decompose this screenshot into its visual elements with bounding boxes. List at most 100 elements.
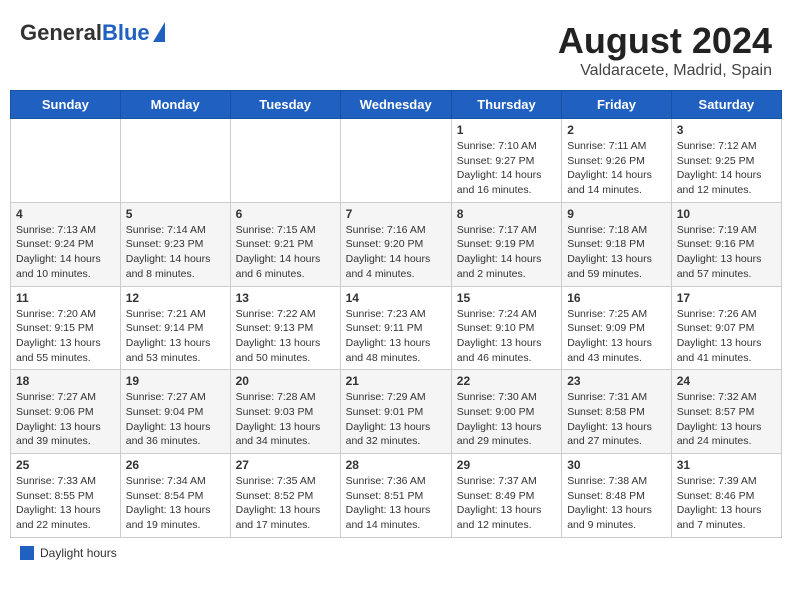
calendar-day-cell	[340, 119, 451, 203]
calendar-day-cell: 2Sunrise: 7:11 AM Sunset: 9:26 PM Daylig…	[562, 119, 672, 203]
day-info-text: Sunrise: 7:28 AM Sunset: 9:03 PM Dayligh…	[236, 390, 335, 449]
day-info-text: Sunrise: 7:39 AM Sunset: 8:46 PM Dayligh…	[677, 474, 776, 533]
day-number: 14	[346, 291, 446, 305]
calendar-day-cell: 12 Sunrise: 7:21 AM Sunset: 9:14 PM Dayli…	[120, 286, 230, 370]
day-number: 4	[16, 207, 115, 221]
day-info-text: Sunrise: 7:16 AM Sunset: 9:20 PM Dayligh…	[346, 223, 446, 282]
calendar-day-cell: 4Sunrise: 7:13 AM Sunset: 9:24 PM Daylig…	[11, 202, 121, 286]
day-info-text: Sunrise: 7:27 AM Sunset: 9:06 PM Dayligh…	[16, 390, 115, 449]
day-info-text: Sunrise: 7:11 AM Sunset: 9:26 PM Dayligh…	[567, 139, 666, 198]
calendar-week-row: 11 Sunrise: 7:20 AM Sunset: 9:15 PM Dayli…	[11, 286, 782, 370]
calendar-day-cell: 23 Sunrise: 7:31 AM Sunset: 8:58 PM Dayli…	[562, 370, 672, 454]
day-info-text: Sunrise: 7:36 AM Sunset: 8:51 PM Dayligh…	[346, 474, 446, 533]
day-number: 12	[126, 291, 225, 305]
footer: Daylight hours	[10, 546, 782, 560]
calendar-day-cell: 7 Sunrise: 7:16 AM Sunset: 9:20 PM Daylig…	[340, 202, 451, 286]
calendar-weekday-header: Tuesday	[230, 91, 340, 119]
logo-general-text: General	[20, 20, 102, 46]
day-info-text: Sunrise: 7:18 AM Sunset: 9:18 PM Dayligh…	[567, 223, 666, 282]
day-number: 31	[677, 458, 776, 472]
day-info-text: Sunrise: 7:12 AM Sunset: 9:25 PM Dayligh…	[677, 139, 776, 198]
calendar-day-cell: 28Sunrise: 7:36 AM Sunset: 8:51 PM Dayli…	[340, 454, 451, 538]
logo: General Blue	[20, 20, 165, 46]
day-number: 27	[236, 458, 335, 472]
day-number: 29	[457, 458, 556, 472]
day-info-text: Sunrise: 7:37 AM Sunset: 8:49 PM Dayligh…	[457, 474, 556, 533]
calendar-day-cell: 20 Sunrise: 7:28 AM Sunset: 9:03 PM Dayli…	[230, 370, 340, 454]
calendar-day-cell: 27 Sunrise: 7:35 AM Sunset: 8:52 PM Dayli…	[230, 454, 340, 538]
calendar-day-cell: 16Sunrise: 7:25 AM Sunset: 9:09 PM Dayli…	[562, 286, 672, 370]
calendar-weekday-header: Wednesday	[340, 91, 451, 119]
day-info-text: Sunrise: 7:22 AM Sunset: 9:13 PM Dayligh…	[236, 307, 335, 366]
day-number: 20	[236, 374, 335, 388]
calendar-day-cell: 24Sunrise: 7:32 AM Sunset: 8:57 PM Dayli…	[671, 370, 781, 454]
calendar-week-row: 1Sunrise: 7:10 AM Sunset: 9:27 PM Daylig…	[11, 119, 782, 203]
day-number: 13	[236, 291, 335, 305]
day-number: 9	[567, 207, 666, 221]
calendar-day-cell: 21Sunrise: 7:29 AM Sunset: 9:01 PM Dayli…	[340, 370, 451, 454]
day-info-text: Sunrise: 7:15 AM Sunset: 9:21 PM Dayligh…	[236, 223, 335, 282]
calendar-day-cell: 26 Sunrise: 7:34 AM Sunset: 8:54 PM Dayli…	[120, 454, 230, 538]
day-number: 19	[126, 374, 225, 388]
day-info-text: Sunrise: 7:21 AM Sunset: 9:14 PM Dayligh…	[126, 307, 225, 366]
day-number: 22	[457, 374, 556, 388]
day-info-text: Sunrise: 7:31 AM Sunset: 8:58 PM Dayligh…	[567, 390, 666, 449]
calendar-week-row: 18 Sunrise: 7:27 AM Sunset: 9:06 PM Dayli…	[11, 370, 782, 454]
calendar-day-cell: 1Sunrise: 7:10 AM Sunset: 9:27 PM Daylig…	[451, 119, 561, 203]
location-subtitle: Valdaracete, Madrid, Spain	[558, 62, 772, 80]
day-number: 30	[567, 458, 666, 472]
calendar-header-row: SundayMondayTuesdayWednesdayThursdayFrid…	[11, 91, 782, 119]
calendar-weekday-header: Saturday	[671, 91, 781, 119]
calendar-weekday-header: Friday	[562, 91, 672, 119]
calendar-day-cell: 25 Sunrise: 7:33 AM Sunset: 8:55 PM Dayli…	[11, 454, 121, 538]
day-number: 8	[457, 207, 556, 221]
calendar-weekday-header: Thursday	[451, 91, 561, 119]
calendar-day-cell	[120, 119, 230, 203]
legend-label: Daylight hours	[40, 546, 117, 560]
day-number: 26	[126, 458, 225, 472]
day-number: 6	[236, 207, 335, 221]
day-number: 7	[346, 207, 446, 221]
day-info-text: Sunrise: 7:20 AM Sunset: 9:15 PM Dayligh…	[16, 307, 115, 366]
calendar-day-cell: 10Sunrise: 7:19 AM Sunset: 9:16 PM Dayli…	[671, 202, 781, 286]
calendar-day-cell: 22 Sunrise: 7:30 AM Sunset: 9:00 PM Dayli…	[451, 370, 561, 454]
calendar-day-cell: 11 Sunrise: 7:20 AM Sunset: 9:15 PM Dayli…	[11, 286, 121, 370]
calendar-day-cell: 3 Sunrise: 7:12 AM Sunset: 9:25 PM Daylig…	[671, 119, 781, 203]
day-number: 11	[16, 291, 115, 305]
calendar-day-cell: 17Sunrise: 7:26 AM Sunset: 9:07 PM Dayli…	[671, 286, 781, 370]
day-number: 24	[677, 374, 776, 388]
day-info-text: Sunrise: 7:27 AM Sunset: 9:04 PM Dayligh…	[126, 390, 225, 449]
calendar-day-cell: 14Sunrise: 7:23 AM Sunset: 9:11 PM Dayli…	[340, 286, 451, 370]
day-info-text: Sunrise: 7:35 AM Sunset: 8:52 PM Dayligh…	[236, 474, 335, 533]
logo-triangle-icon	[153, 22, 165, 42]
day-info-text: Sunrise: 7:30 AM Sunset: 9:00 PM Dayligh…	[457, 390, 556, 449]
day-info-text: Sunrise: 7:25 AM Sunset: 9:09 PM Dayligh…	[567, 307, 666, 366]
legend-color-box	[20, 546, 34, 560]
calendar-day-cell: 30 Sunrise: 7:38 AM Sunset: 8:48 PM Dayli…	[562, 454, 672, 538]
calendar-day-cell: 19 Sunrise: 7:27 AM Sunset: 9:04 PM Dayli…	[120, 370, 230, 454]
day-info-text: Sunrise: 7:17 AM Sunset: 9:19 PM Dayligh…	[457, 223, 556, 282]
calendar-day-cell	[230, 119, 340, 203]
calendar-day-cell: 15Sunrise: 7:24 AM Sunset: 9:10 PM Dayli…	[451, 286, 561, 370]
calendar-day-cell: 8 Sunrise: 7:17 AM Sunset: 9:19 PM Daylig…	[451, 202, 561, 286]
day-number: 5	[126, 207, 225, 221]
calendar-day-cell: 5Sunrise: 7:14 AM Sunset: 9:23 PM Daylig…	[120, 202, 230, 286]
day-info-text: Sunrise: 7:33 AM Sunset: 8:55 PM Dayligh…	[16, 474, 115, 533]
calendar-day-cell: 13 Sunrise: 7:22 AM Sunset: 9:13 PM Dayli…	[230, 286, 340, 370]
day-number: 3	[677, 123, 776, 137]
day-number: 25	[16, 458, 115, 472]
calendar-weekday-header: Sunday	[11, 91, 121, 119]
day-info-text: Sunrise: 7:38 AM Sunset: 8:48 PM Dayligh…	[567, 474, 666, 533]
day-number: 18	[16, 374, 115, 388]
day-number: 23	[567, 374, 666, 388]
calendar-day-cell: 29 Sunrise: 7:37 AM Sunset: 8:49 PM Dayli…	[451, 454, 561, 538]
day-info-text: Sunrise: 7:34 AM Sunset: 8:54 PM Dayligh…	[126, 474, 225, 533]
calendar-week-row: 4Sunrise: 7:13 AM Sunset: 9:24 PM Daylig…	[11, 202, 782, 286]
page-header: General Blue August 2024 Valdaracete, Ma…	[10, 10, 782, 85]
day-info-text: Sunrise: 7:26 AM Sunset: 9:07 PM Dayligh…	[677, 307, 776, 366]
calendar-table: SundayMondayTuesdayWednesdayThursdayFrid…	[10, 90, 782, 538]
calendar-day-cell: 6 Sunrise: 7:15 AM Sunset: 9:21 PM Daylig…	[230, 202, 340, 286]
day-info-text: Sunrise: 7:29 AM Sunset: 9:01 PM Dayligh…	[346, 390, 446, 449]
calendar-weekday-header: Monday	[120, 91, 230, 119]
calendar-day-cell	[11, 119, 121, 203]
